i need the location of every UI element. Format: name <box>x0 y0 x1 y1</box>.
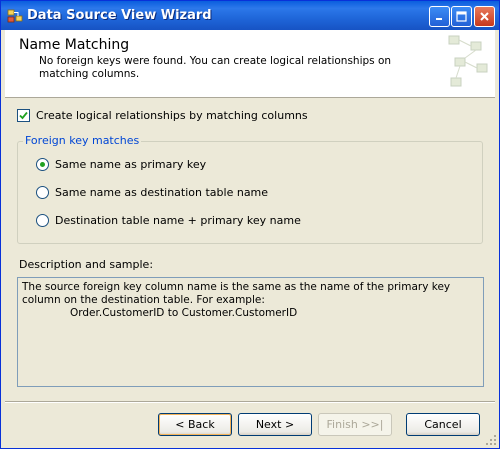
description-sample: Order.CustomerID to Customer.CustomerID <box>70 307 298 319</box>
footer-divider <box>5 401 495 403</box>
back-button[interactable]: < Back <box>158 413 232 436</box>
radio-destination-table-plus-primary-key[interactable]: Destination table name + primary key nam… <box>36 214 301 227</box>
data-source-view-icon <box>7 9 23 23</box>
finish-button: Finish >>| <box>318 413 392 436</box>
resize-grip-icon[interactable] <box>485 434 497 446</box>
radio-label: Same name as primary key <box>55 158 207 171</box>
cancel-button[interactable]: Cancel <box>406 413 480 436</box>
foreign-key-matches-label: Foreign key matches <box>23 134 142 147</box>
close-icon <box>480 12 489 21</box>
description-label: Description and sample: <box>19 258 154 271</box>
radio-button[interactable] <box>36 186 49 199</box>
next-button[interactable]: Next > <box>238 413 312 436</box>
maximize-icon <box>456 11 467 22</box>
minimize-icon <box>436 18 442 20</box>
wizard-window: Data Source View Wizard Name Matching No… <box>0 0 500 449</box>
close-button[interactable] <box>474 6 495 27</box>
radio-selected-dot <box>40 162 45 167</box>
radio-button[interactable] <box>36 214 49 227</box>
checkmark-icon <box>19 111 28 120</box>
radio-same-name-as-primary-key[interactable]: Same name as primary key <box>36 158 206 171</box>
wizard-header: Name Matching No foreign keys were found… <box>5 30 495 98</box>
minimize-button[interactable] <box>429 6 450 27</box>
radio-label: Destination table name + primary key nam… <box>55 214 301 227</box>
title-bar[interactable]: Data Source View Wizard <box>1 1 499 30</box>
wizard-banner-graphic <box>448 35 488 87</box>
page-title: Name Matching <box>19 37 130 53</box>
create-relationships-option[interactable]: Create logical relationships by matching… <box>17 109 308 122</box>
radio-label: Same name as destination table name <box>55 186 269 199</box>
create-relationships-label: Create logical relationships by matching… <box>36 109 308 122</box>
radio-button[interactable] <box>36 158 49 171</box>
window-title: Data Source View Wizard <box>27 8 212 23</box>
maximize-button[interactable] <box>451 6 472 27</box>
create-relationships-checkbox[interactable] <box>17 109 30 122</box>
description-textbox[interactable]: The source foreign key column name is th… <box>17 277 484 387</box>
page-description: No foreign keys were found. You can crea… <box>39 55 392 80</box>
radio-same-name-as-destination-table[interactable]: Same name as destination table name <box>36 186 268 199</box>
description-text: The source foreign key column name is th… <box>22 281 451 306</box>
